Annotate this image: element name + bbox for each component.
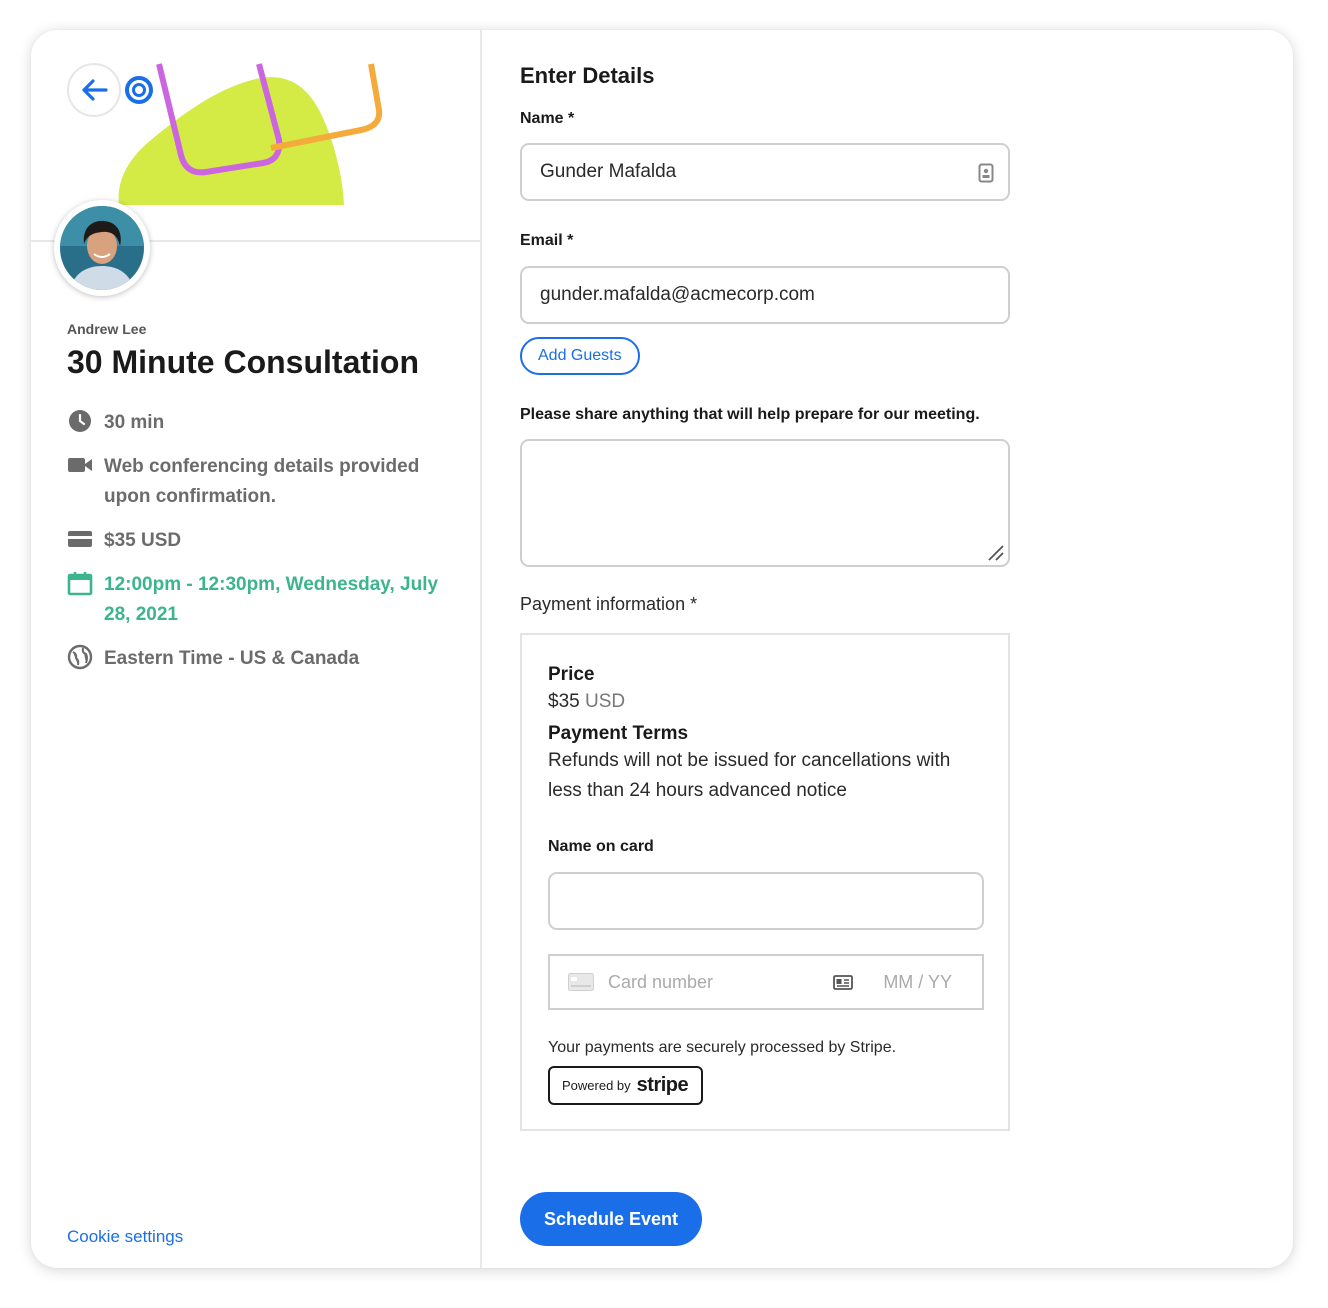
name-label: Name * [520, 110, 575, 127]
email-value: gunder.mafalda@acmecorp.com [540, 284, 815, 305]
host-name: Andrew Lee [67, 321, 147, 337]
stripe-wordmark: stripe [636, 1074, 689, 1096]
price-text: $35 USD [104, 530, 182, 551]
back-button[interactable] [67, 63, 121, 117]
price-amount-line: $35 USD [548, 687, 625, 717]
timezone-row: Eastern Time - US & Canada [67, 644, 457, 674]
form-title: Enter Details [520, 63, 655, 88]
payment-label: Payment information * [520, 594, 698, 614]
notes-textarea[interactable] [520, 439, 1010, 567]
event-meta-list: 30 min Web conferencing details provided… [67, 408, 457, 688]
name-on-card-label: Name on card [548, 838, 654, 855]
event-title: 30 Minute Consultation [67, 344, 419, 380]
globe-icon [67, 644, 93, 670]
video-icon [67, 452, 93, 478]
form-panel: Enter Details Name * Gunder Mafalda Emai… [484, 30, 1293, 1268]
price-amount: $35 [548, 691, 580, 712]
notes-label: Please share anything that will help pre… [520, 406, 980, 423]
duration-text: 30 min [104, 412, 165, 433]
card-icon [67, 526, 93, 552]
expiry-placeholder[interactable]: MM / YY [883, 972, 952, 993]
event-details-panel: Andrew Lee 30 Minute Consultation 30 min… [31, 30, 482, 1268]
name-value: Gunder Mafalda [540, 161, 677, 182]
stripe-note: Your payments are securely processed by … [548, 1039, 897, 1056]
credit-card-icon [568, 973, 594, 991]
avatar [54, 200, 150, 296]
email-label: Email * [520, 232, 574, 249]
price-heading: Price [548, 664, 595, 685]
schedule-event-button[interactable]: Schedule Event [520, 1192, 702, 1246]
conferencing-row: Web conferencing details provided upon c… [67, 452, 457, 512]
add-guests-button[interactable]: Add Guests [520, 337, 640, 375]
card-number-input[interactable]: Card number MM / YY [548, 954, 984, 1010]
price-unit: USD [584, 691, 626, 712]
name-field[interactable]: Gunder Mafalda [520, 143, 1010, 201]
calendar-icon [67, 570, 93, 596]
name-on-card-input[interactable] [548, 872, 984, 930]
payment-box: Price $35 USD Payment Terms Refunds will… [520, 633, 1010, 1131]
resize-grip-icon[interactable] [985, 542, 1005, 562]
cvc-card-icon [833, 974, 854, 990]
contact-card-icon[interactable] [978, 163, 994, 183]
terms-heading: Payment Terms [548, 723, 689, 744]
terms-text: Refunds will not be issued for cancellat… [548, 750, 951, 801]
powered-by-stripe-badge[interactable]: Powered by stripe [548, 1066, 703, 1105]
powered-by-text: Powered by [562, 1078, 631, 1093]
datetime-row: 12:00pm - 12:30pm, Wednesday, July 28, 2… [67, 570, 457, 630]
duration-row: 30 min [67, 408, 457, 438]
price-row: $35 USD [67, 526, 457, 556]
timezone-text[interactable]: Eastern Time - US & Canada [104, 644, 359, 674]
datetime-text: 12:00pm - 12:30pm, Wednesday, July 28, 2… [104, 574, 439, 625]
booking-card: Andrew Lee 30 Minute Consultation 30 min… [31, 30, 1293, 1268]
cookie-settings-link[interactable]: Cookie settings [67, 1227, 183, 1247]
email-field[interactable]: gunder.mafalda@acmecorp.com [520, 266, 1010, 324]
clock-icon [67, 408, 93, 434]
conferencing-text: Web conferencing details provided upon c… [104, 456, 420, 507]
back-arrow-icon [82, 79, 108, 101]
calendly-logo-icon [125, 76, 153, 104]
card-number-placeholder: Card number [608, 971, 714, 992]
